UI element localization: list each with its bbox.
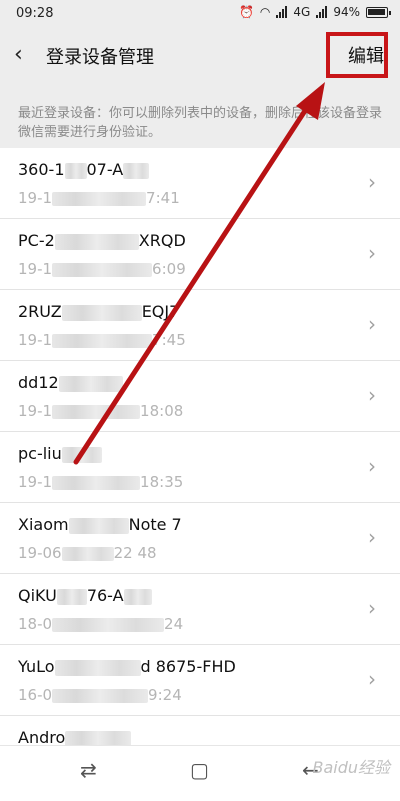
login-time: 16-0 9:24 [18,686,182,704]
blurred-text [61,546,114,561]
device-name: 360-1 07-A [18,160,150,179]
chevron-right-icon: › [368,383,376,407]
device-name: QiKU 76-A [18,586,152,605]
status-time: 09:28 [16,6,54,21]
system-nav-bar: ⇄ ▢ ← Baidu经验 [0,745,400,801]
back-arrow-icon[interactable]: ‹ [14,42,34,68]
device-name: 2RUZ EQJ7 [18,302,180,321]
chevron-right-icon: › [368,241,376,265]
blurred-text [52,404,141,419]
login-time: 19-1 7:41 [18,189,180,207]
login-time: 19-06 22 48 [18,544,157,562]
blurred-text [123,162,150,179]
blurred-text [52,333,153,348]
chevron-right-icon: › [368,454,376,478]
blurred-text [68,517,129,534]
signal-icon [276,6,288,18]
network-type: 4G [293,5,311,19]
alarm-icon: ⏰ [238,5,254,19]
device-name: YuLo d 8675-FHD [18,657,236,676]
device-name: PC-2 XRQD [18,231,186,250]
chevron-right-icon: › [368,596,376,620]
login-time: 19-1 6:09 [18,260,186,278]
blurred-text [54,233,139,250]
swap-icon[interactable]: ⇄ [80,758,97,782]
device-name: Xiaom Note 7 [18,515,182,534]
device-list: 360-1 07-A 19-1 7:41 › PC-2 XRQD 19-1 6:09 ›… [0,148,400,787]
device-row[interactable]: 360-1 07-A 19-1 7:41 › [0,148,400,219]
annotation-highlight-box [326,32,388,78]
device-row[interactable]: QiKU 76-A 18-0 24 › [0,574,400,645]
login-time: 19-1 7:45 [18,331,186,349]
login-time: 19-1 18:35 [18,473,184,491]
battery-percent: 94% [333,5,360,19]
device-row[interactable]: 2RUZ EQJ7 19-1 7:45 › [0,290,400,361]
home-icon[interactable]: ▢ [190,758,209,782]
login-time: 18-0 24 [18,615,184,633]
blurred-text [123,588,152,605]
page-title: 登录设备管理 [46,47,154,68]
device-name: pc-liu [18,444,102,463]
blurred-text [58,375,123,392]
chevron-right-icon: › [368,312,376,336]
chevron-right-icon: › [368,170,376,194]
device-name: dd12 [18,373,123,392]
blurred-text [52,262,153,277]
battery-icon [366,6,391,18]
blurred-text [64,162,87,179]
device-row[interactable]: YuLo d 8675-FHD 16-0 9:24 › [0,645,400,716]
device-row[interactable]: pc-liu 19-1 18:35 › [0,432,400,503]
blurred-text [61,446,102,463]
chevron-right-icon: › [368,525,376,549]
device-row[interactable]: PC-2 XRQD 19-1 6:09 › [0,219,400,290]
status-bar: 09:28 ⏰ ◠ 4G 94% [0,0,400,30]
signal-2-icon [316,6,328,18]
blurred-text [52,688,149,703]
status-icons: ⏰ ◠ 4G 94% [238,5,391,19]
blurred-text [56,588,87,605]
blurred-text [54,659,141,676]
chevron-right-icon: › [368,667,376,691]
blurred-text [52,191,147,206]
login-time: 19-1 18:08 [18,402,184,420]
watermark: Baidu经验 [312,758,390,777]
blurred-text [52,617,165,632]
device-row[interactable]: dd12 19-1 18:08 › [0,361,400,432]
description-text: 最近登录设备：你可以删除列表中的设备，删除后在该设备登录微信需要进行身份验证。 [18,106,383,140]
blurred-text [61,304,142,321]
blurred-text [52,475,141,490]
wifi-icon: ◠ [259,5,271,19]
device-row[interactable]: Xiaom Note 7 19-06 22 48 › [0,503,400,574]
